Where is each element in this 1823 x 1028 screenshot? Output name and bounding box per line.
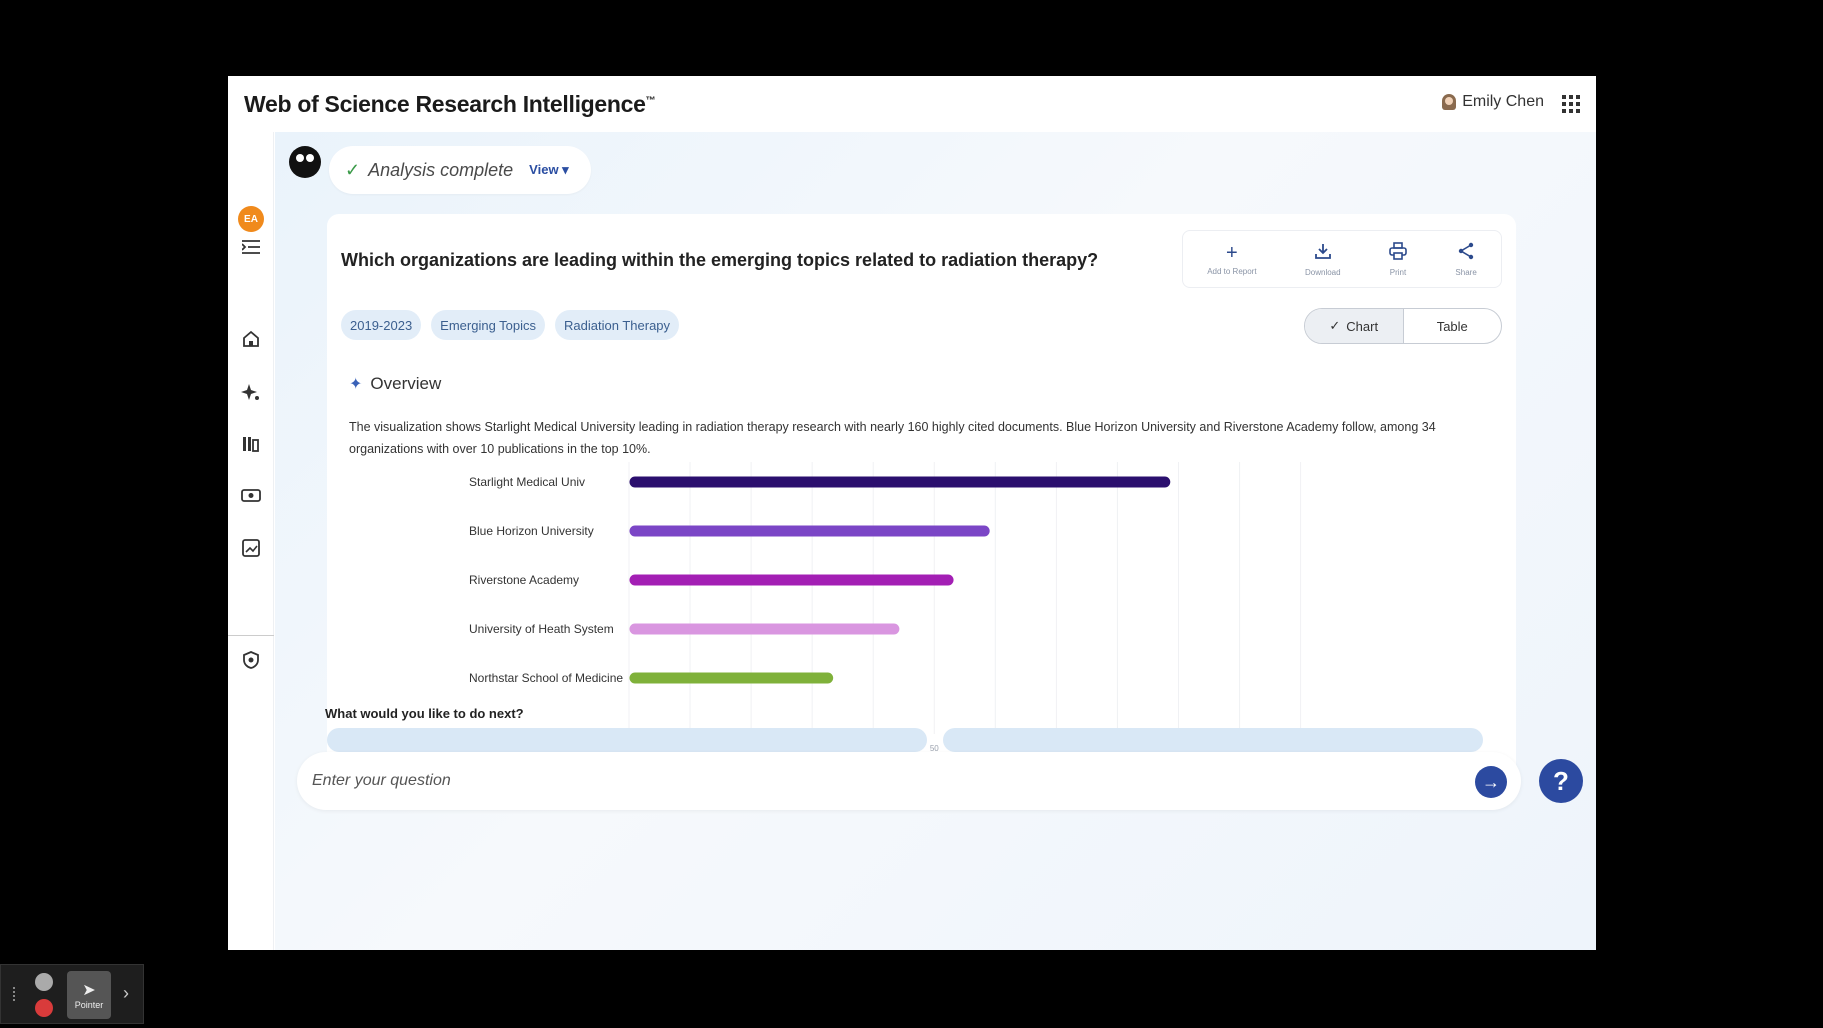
help-button[interactable]: ?	[1539, 759, 1583, 803]
home-icon[interactable]	[240, 328, 262, 350]
chip-date-range[interactable]: 2019-2023	[341, 310, 422, 340]
filter-chips: 2019-2023 Emerging Topics Radiation Ther…	[341, 310, 680, 340]
overview-heading: ✦ Overview	[349, 374, 441, 394]
chevron-right-icon[interactable]: ›	[123, 983, 129, 1004]
sparkle-ai-icon[interactable]	[240, 381, 262, 403]
sidebar-divider	[228, 635, 274, 636]
chip-emerging-topics[interactable]: Emerging Topics	[431, 310, 546, 340]
print-icon	[1389, 241, 1407, 264]
category-label: Riverstone Academy	[469, 573, 579, 587]
download-button[interactable]: Download	[1305, 242, 1341, 277]
category-label: University of Heath System	[469, 622, 614, 636]
stop-icon[interactable]	[35, 999, 53, 1017]
share-label: Share	[1455, 267, 1477, 277]
next-steps-label: What would you like to do next?	[325, 706, 524, 721]
category-label: Northstar School of Medicine	[469, 671, 623, 685]
chart-toggle-label: Chart	[1346, 318, 1379, 334]
user-badge[interactable]: EA	[238, 206, 264, 232]
app-title: Web of Science Research Intelligence™	[244, 91, 656, 118]
check-icon: ✓	[1329, 318, 1341, 333]
sidebar: EA	[228, 132, 274, 950]
report-icon[interactable]	[240, 537, 262, 559]
chip-radiation-therapy[interactable]: Radiation Therapy	[555, 310, 680, 340]
suggestion-chip-2[interactable]	[943, 728, 1483, 752]
user-avatar-icon	[1442, 94, 1457, 110]
arrow-right-icon: →	[1482, 771, 1500, 792]
print-label: Print	[1389, 267, 1407, 277]
download-icon	[1314, 242, 1332, 264]
status-text: Analysis complete	[368, 159, 514, 180]
money-icon[interactable]	[240, 485, 262, 507]
print-button[interactable]: Print	[1389, 241, 1407, 277]
user-menu[interactable]: Emily Chen	[1442, 93, 1544, 111]
pointer-label: Pointer	[74, 1000, 104, 1010]
add-to-report-button[interactable]: + Add to Report	[1207, 243, 1256, 276]
suggestion-chip-1[interactable]	[327, 728, 927, 752]
question-input[interactable]	[297, 752, 1521, 810]
assistant-avatar-icon	[289, 146, 321, 178]
pause-icon[interactable]	[35, 973, 53, 991]
view-dropdown[interactable]: View ▾	[529, 162, 569, 178]
table-toggle-button[interactable]: Table	[1404, 309, 1502, 343]
table-toggle-label: Table	[1436, 318, 1468, 334]
library-icon[interactable]	[240, 433, 262, 455]
check-icon: ✓	[345, 159, 361, 180]
category-label: Blue Horizon University	[469, 524, 594, 538]
collapse-menu-icon[interactable]	[240, 236, 262, 258]
category-label: Starlight Medical Univ	[469, 475, 585, 489]
drag-handle-icon[interactable]	[13, 987, 19, 1001]
add-to-report-label: Add to Report	[1207, 266, 1257, 276]
recording-tray: ➤ Pointer ›	[0, 964, 144, 1024]
share-icon	[1457, 242, 1475, 264]
overview-title: Overview	[370, 374, 442, 393]
pointer-tool-button[interactable]: ➤ Pointer	[67, 971, 111, 1019]
app-title-text: Web of Science Research Intelligence	[244, 91, 646, 117]
plus-icon: +	[1226, 241, 1238, 264]
analysis-status-pill: ✓ Analysis complete View ▾	[329, 146, 591, 194]
chart-toggle-button[interactable]: ✓ Chart	[1305, 309, 1404, 343]
top-bar: Web of Science Research Intelligence™ Em…	[228, 76, 1596, 132]
view-label: View	[529, 162, 559, 177]
sparkle-icon: ✦	[349, 376, 363, 393]
shield-icon[interactable]	[240, 649, 262, 671]
trademark-symbol: ™	[645, 95, 656, 107]
question-input-bar: →	[297, 752, 1521, 810]
action-toolbar: + Add to Report Download Print Share	[1182, 230, 1502, 288]
cursor-icon: ➤	[82, 982, 96, 999]
question-title: Which organizations are leading within t…	[341, 250, 1099, 270]
share-button[interactable]: Share	[1455, 242, 1477, 277]
send-button[interactable]: →	[1475, 766, 1507, 798]
main-area: ✓ Analysis complete View ▾ Which organiz…	[275, 132, 1596, 950]
download-label: Download	[1305, 267, 1341, 277]
apps-grid-icon[interactable]	[1562, 95, 1580, 113]
view-toggle: ✓ Chart Table	[1304, 308, 1502, 344]
user-name: Emily Chen	[1462, 93, 1544, 110]
app-window: Web of Science Research Intelligence™ Em…	[228, 76, 1596, 950]
